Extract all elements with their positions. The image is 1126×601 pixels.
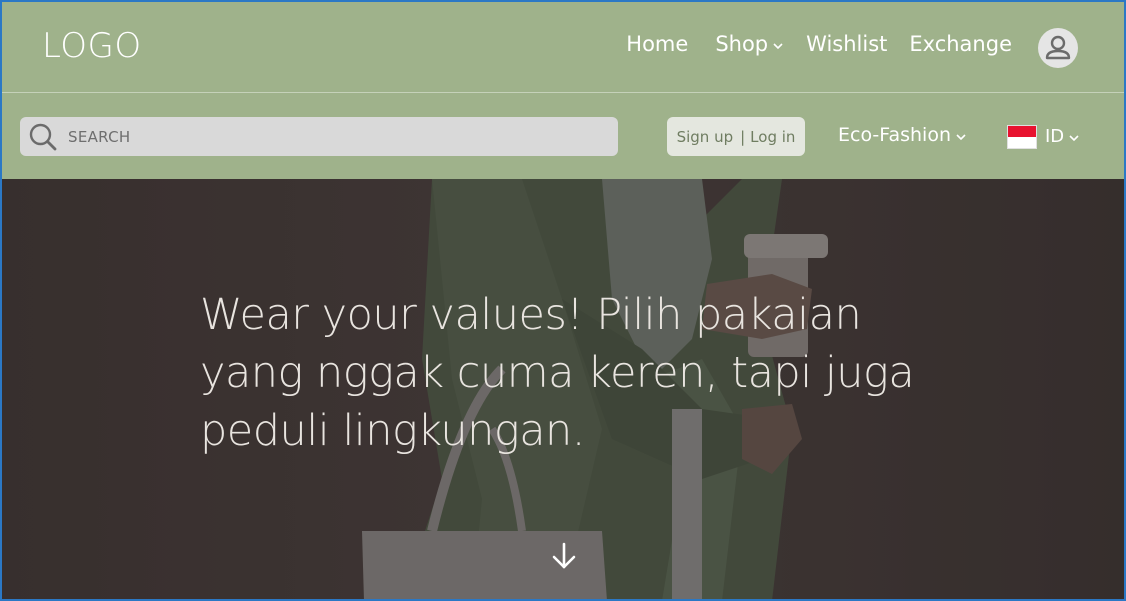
top-navbar: LOGO Home Shop Wishlist Exchange [2, 2, 1124, 92]
chevron-down-icon [773, 42, 783, 49]
search-bar[interactable] [20, 117, 618, 156]
search-input[interactable] [68, 127, 588, 146]
user-icon [1045, 35, 1071, 60]
eco-fashion-dropdown[interactable]: Eco-Fashion [838, 124, 967, 146]
nav-shop-dropdown[interactable]: Shop [715, 32, 784, 56]
sub-navbar: Sign up | Log in Eco-Fashion ID [2, 93, 1124, 179]
nav-exchange-link[interactable]: Exchange [909, 32, 1012, 56]
chevron-down-icon [1069, 135, 1079, 142]
language-code: ID [1045, 126, 1065, 147]
nav-wishlist-link[interactable]: Wishlist [806, 32, 887, 56]
chevron-down-icon [956, 133, 966, 140]
search-icon[interactable] [28, 122, 58, 152]
arrow-down-icon[interactable] [547, 539, 581, 573]
nav-home-link[interactable]: Home [626, 32, 688, 56]
page-frame: LOGO Home Shop Wishlist Exchange SEARCH … [0, 0, 1126, 601]
nav-shop-label: Shop [715, 32, 769, 56]
language-dropdown[interactable]: ID [1045, 126, 1080, 147]
hero-headline: Wear your values! Pilih pakaian yang ngg… [200, 290, 915, 456]
hero-banner: Wear your values! Pilih pakaian yang ngg… [2, 179, 1124, 599]
user-avatar-button[interactable] [1038, 28, 1078, 68]
auth-separator: | [740, 127, 746, 146]
eco-fashion-label: Eco-Fashion [838, 124, 951, 146]
auth-box: Sign up | Log in [667, 117, 805, 156]
login-link[interactable]: Log in [750, 128, 795, 146]
indonesia-flag-icon[interactable] [1007, 125, 1037, 149]
logo[interactable]: LOGO [42, 26, 142, 66]
main-nav: Home Shop Wishlist Exchange [626, 32, 1012, 56]
signup-link[interactable]: Sign up [677, 128, 734, 146]
